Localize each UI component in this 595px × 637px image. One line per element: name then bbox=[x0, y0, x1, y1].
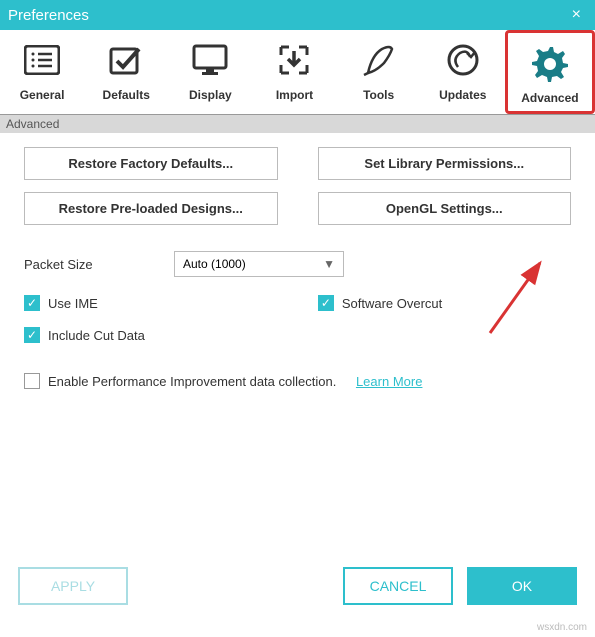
tab-advanced[interactable]: Advanced bbox=[505, 30, 595, 114]
content-area: Restore Factory Defaults... Set Library … bbox=[0, 133, 595, 419]
use-ime-checkbox[interactable]: ✓ Use IME bbox=[24, 295, 98, 311]
tab-display[interactable]: Display bbox=[168, 30, 252, 114]
software-overcut-checkbox[interactable]: ✓ Software Overcut bbox=[318, 295, 442, 311]
close-icon[interactable]: × bbox=[566, 6, 587, 24]
dialog-buttons: APPLY CANCEL OK bbox=[0, 567, 595, 605]
set-library-button[interactable]: Set Library Permissions... bbox=[318, 147, 572, 180]
tab-updates[interactable]: Updates bbox=[421, 30, 505, 114]
checkbox-icon bbox=[106, 40, 146, 80]
updates-icon bbox=[443, 40, 483, 80]
titlebar: Preferences × bbox=[0, 0, 595, 30]
section-header: Advanced bbox=[0, 115, 595, 133]
packet-size-select[interactable]: Auto (1000) ▼ bbox=[174, 251, 344, 277]
check-icon bbox=[24, 373, 40, 389]
list-icon bbox=[22, 40, 62, 80]
restore-factory-button[interactable]: Restore Factory Defaults... bbox=[24, 147, 278, 180]
tab-general[interactable]: General bbox=[0, 30, 84, 114]
tab-defaults[interactable]: Defaults bbox=[84, 30, 168, 114]
tab-tools[interactable]: Tools bbox=[337, 30, 421, 114]
restore-preloaded-button[interactable]: Restore Pre-loaded Designs... bbox=[24, 192, 278, 225]
tab-label: Tools bbox=[363, 88, 394, 102]
toolbar: General Defaults Display Import Tools Up… bbox=[0, 30, 595, 115]
window-title: Preferences bbox=[8, 7, 566, 24]
packet-size-label: Packet Size bbox=[24, 257, 174, 272]
learn-more-link[interactable]: Learn More bbox=[356, 374, 422, 389]
check-icon: ✓ bbox=[24, 327, 40, 343]
include-cut-data-checkbox[interactable]: ✓ Include Cut Data bbox=[24, 327, 145, 343]
checkbox-label: Software Overcut bbox=[342, 296, 442, 311]
checkbox-label: Include Cut Data bbox=[48, 328, 145, 343]
watermark: wsxdn.com bbox=[537, 622, 587, 633]
checkbox-label: Enable Performance Improvement data coll… bbox=[48, 374, 336, 389]
enable-perf-checkbox[interactable]: Enable Performance Improvement data coll… bbox=[24, 373, 422, 389]
tab-label: Updates bbox=[439, 88, 486, 102]
pen-icon bbox=[359, 40, 399, 80]
monitor-icon bbox=[190, 40, 230, 80]
chevron-down-icon: ▼ bbox=[323, 257, 335, 271]
tab-label: Defaults bbox=[103, 88, 150, 102]
apply-button[interactable]: APPLY bbox=[18, 567, 128, 605]
import-icon bbox=[274, 40, 314, 80]
check-icon: ✓ bbox=[318, 295, 334, 311]
tab-label: Import bbox=[276, 88, 313, 102]
ok-button[interactable]: OK bbox=[467, 567, 577, 605]
packet-size-value: Auto (1000) bbox=[183, 257, 246, 271]
opengl-button[interactable]: OpenGL Settings... bbox=[318, 192, 572, 225]
tab-label: Display bbox=[189, 88, 232, 102]
tab-label: General bbox=[20, 88, 65, 102]
checkbox-label: Use IME bbox=[48, 296, 98, 311]
gear-icon bbox=[530, 43, 570, 83]
tab-import[interactable]: Import bbox=[252, 30, 336, 114]
check-icon: ✓ bbox=[24, 295, 40, 311]
cancel-button[interactable]: CANCEL bbox=[343, 567, 453, 605]
tab-label: Advanced bbox=[521, 91, 578, 105]
